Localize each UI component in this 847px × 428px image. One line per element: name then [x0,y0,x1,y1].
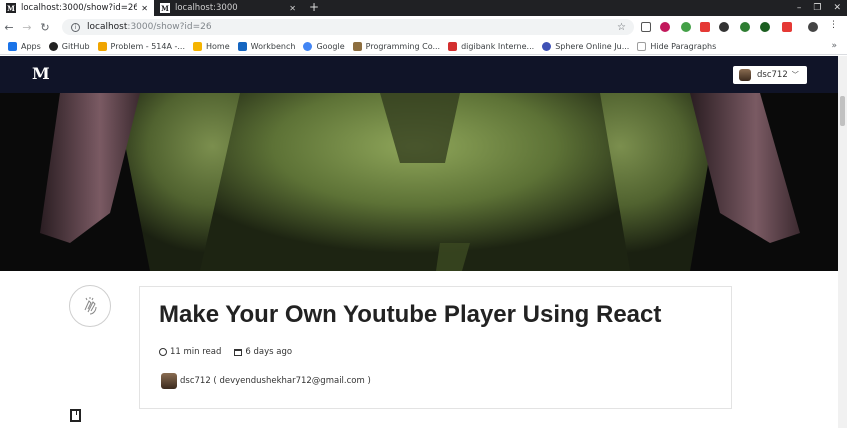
programming-icon [352,41,362,51]
bookmark-digibank[interactable]: digibank Interne... [448,41,535,51]
post-meta: 11 min read 6 days ago [159,347,305,357]
bookmark-spoj[interactable]: Sphere Online Ju... [542,41,630,51]
bookmark-problem[interactable]: Problem - 514A -... [97,41,186,51]
bookmark-label: Workbench [250,41,296,51]
extension-icon[interactable] [719,22,729,32]
extension-icon[interactable] [660,22,670,32]
bookmarks-bar: Apps GitHub Problem - 514A -... Home Wor… [0,38,847,55]
minimize-icon[interactable]: – [797,3,802,13]
bookmark-label: Home [206,41,230,51]
posted-label: 6 days ago [245,347,293,357]
bookmarks-overflow-button[interactable]: » [831,41,837,51]
close-window-icon[interactable]: ✕ [833,3,841,13]
new-tab-button[interactable]: + [309,0,319,16]
clock-icon [159,348,167,356]
google-icon [303,41,313,51]
forward-icon[interactable]: → [18,21,36,34]
close-tab-icon[interactable]: ✕ [141,4,148,13]
user-name: dsc712 [757,70,788,80]
bookmark-label: Problem - 514A -... [110,41,186,51]
medium-favicon-icon: M [6,3,16,13]
extension-icon[interactable] [782,22,792,32]
extension-icon[interactable] [681,22,691,32]
bookmark-workbench[interactable]: Workbench [237,41,296,51]
bookmark-label: Sphere Online Ju... [555,41,630,51]
back-icon[interactable]: ← [0,21,18,34]
user-menu-button[interactable]: dsc712 ﹀ [733,66,807,84]
home-icon [193,41,203,51]
tab-title: localhost:3000 [175,3,238,13]
extension-icon[interactable] [641,22,651,32]
page-icon [637,41,647,51]
posted-time: 6 days ago [234,347,292,357]
read-time: 11 min read [159,347,221,357]
page-scroll-thumb[interactable] [840,96,845,126]
address-bar[interactable]: i localhost:3000/show?id=26 ☆ [62,19,634,35]
tab-active[interactable]: M localhost:3000/show?id=26 ✕ [0,0,154,16]
read-time-label: 11 min read [170,347,222,357]
chevron-down-icon: ﹀ [791,71,799,79]
digibank-icon [448,41,458,51]
hero-image [0,93,838,271]
close-tab-icon[interactable]: ✕ [289,4,296,13]
medium-favicon-icon: M [160,3,170,13]
post-author: dsc712 ( devyendushekhar712@gmail.com ) [161,373,371,389]
window-controls: – ❐ ✕ [797,0,841,16]
url-path: :3000/show?id=26 [127,22,212,32]
restore-icon[interactable]: ❐ [813,3,821,13]
workbench-icon [237,41,247,51]
bookmark-label: Google [316,41,345,51]
github-icon [48,41,58,51]
bookmark-icon[interactable] [70,409,81,422]
apps-grid-icon [8,41,17,51]
tab-title: localhost:3000/show?id=26 [21,3,138,13]
calendar-icon [234,348,243,356]
extension-icon[interactable] [700,22,710,32]
extension-icon[interactable] [740,22,750,32]
bookmark-star-icon[interactable]: ☆ [617,22,626,33]
bookmark-label: Apps [21,41,41,51]
codeforces-icon [97,41,107,51]
bookmark-programming[interactable]: Programming Co... [352,41,441,51]
site-navbar [0,56,838,93]
bookmark-google[interactable]: Google [303,41,345,51]
bookmark-label: Hide Paragraphs [650,41,717,51]
bookmark-github[interactable]: GitHub [48,41,90,51]
bookmark-apps[interactable]: Apps [8,41,41,51]
page-title: Make Your Own Youtube Player Using React [159,301,662,328]
bookmark-label: digibank Interne... [461,41,535,51]
hero-photo [0,93,838,271]
clap-button[interactable] [69,285,111,327]
menu-kebab-icon[interactable]: ⋮ [829,20,838,30]
avatar [161,373,177,389]
bookmark-hide-paragraphs[interactable]: Hide Paragraphs [637,41,717,51]
reload-icon[interactable]: ↻ [36,21,54,34]
bookmark-home[interactable]: Home [193,41,230,51]
tab-strip: M localhost:3000/show?id=26 ✕ M localhos… [0,0,847,16]
extension-icon[interactable] [760,22,770,32]
profile-avatar-icon[interactable] [808,22,818,32]
bookmark-label: Programming Co... [365,41,441,51]
url-host: localhost [87,22,128,32]
site-logo[interactable]: M [32,64,50,83]
spoj-icon [542,41,552,51]
site-info-icon[interactable]: i [71,22,80,32]
bookmark-label: GitHub [61,41,90,51]
author-label: dsc712 ( devyendushekhar712@gmail.com ) [180,376,371,386]
avatar [739,69,751,81]
tab-inactive[interactable]: M localhost:3000 ✕ [154,0,302,16]
clap-icon [84,297,97,315]
